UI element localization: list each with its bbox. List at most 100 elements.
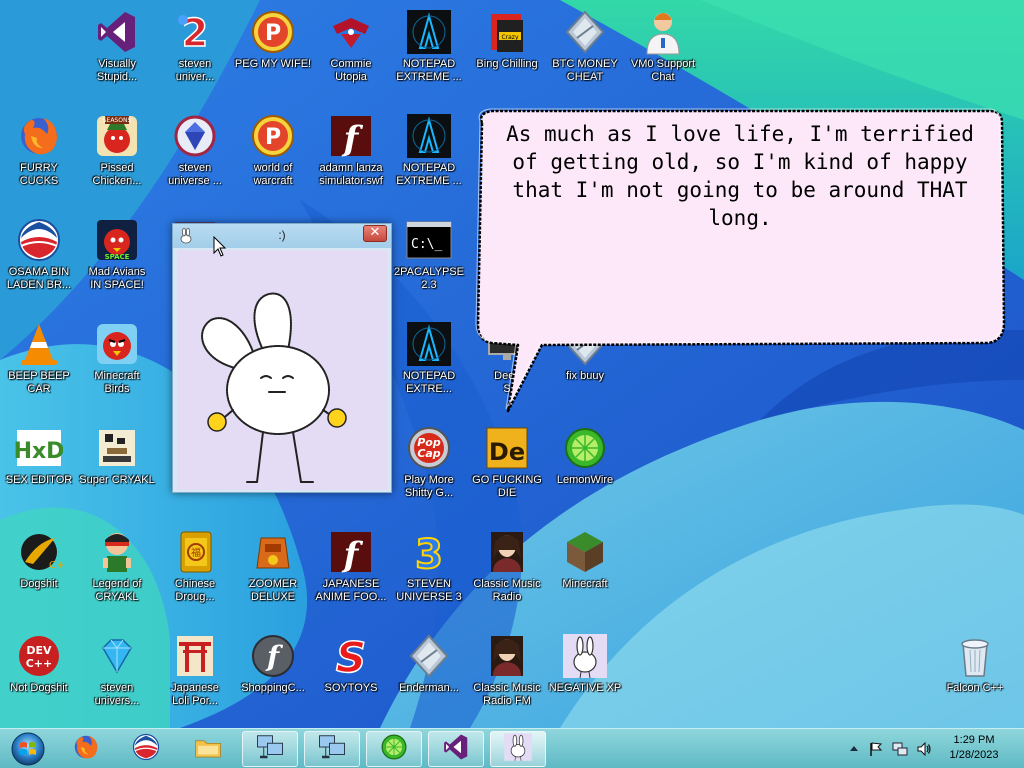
desktop-icon[interactable]: Enderman... bbox=[390, 628, 468, 728]
desktop-icon[interactable]: 3 STEVEN UNIVERSE 3 bbox=[390, 524, 468, 624]
desktop-icon-label: BTC MONEY CHEAT bbox=[552, 58, 618, 83]
desktop-icon[interactable]: S SOYTOYS bbox=[312, 628, 390, 728]
taskbar-button[interactable] bbox=[118, 731, 174, 767]
desktop-icon-label: Commie Utopia bbox=[330, 58, 372, 83]
desktop-icon[interactable]: 福 Chinese Droug... bbox=[156, 524, 234, 624]
desktop-icon-label: VM0 Support Chat bbox=[630, 58, 696, 83]
desktop-icon[interactable]: f adamn lanza simulator.swf bbox=[312, 108, 390, 208]
desktop-icon[interactable]: steven universe ... bbox=[156, 108, 234, 208]
action-center-flag-icon[interactable] bbox=[868, 741, 884, 757]
flash-icon: f bbox=[327, 528, 375, 576]
visual-studio-icon bbox=[93, 8, 141, 56]
command-prompt-icon: C:\_ bbox=[405, 216, 453, 264]
start-button[interactable] bbox=[8, 731, 48, 767]
desktop-icon[interactable]: Visually Stupid... bbox=[78, 4, 156, 104]
desktop-icon[interactable]: Minecraft Birds bbox=[78, 316, 156, 416]
desktop-icon-label: Not Dogshit bbox=[10, 682, 68, 694]
desktop-icon[interactable]: SPACE Mad Avians IN SPACE! bbox=[78, 212, 156, 312]
desktop-icon[interactable]: DEV C++ Not Dogshit bbox=[0, 628, 78, 728]
portrait-icon bbox=[483, 632, 531, 680]
desktop-icon[interactable]: f JAPANESE ANIME FOO... bbox=[312, 524, 390, 624]
desktop-icon[interactable]: C:\_ 2PACALYPSE 2.3 bbox=[390, 212, 468, 312]
desktop-icon-label: 2PACALYPSE 2.3 bbox=[394, 266, 464, 291]
desktop-icon[interactable]: De GO FUCKING DIE bbox=[468, 420, 546, 520]
taskbar-button[interactable] bbox=[58, 731, 114, 767]
taskbar-button[interactable] bbox=[242, 731, 298, 767]
close-button[interactable]: ✕ bbox=[363, 225, 387, 242]
clock-time: 1:29 PM bbox=[953, 734, 995, 746]
desktop-icon[interactable]: OSAMA BIN LADEN BR... bbox=[0, 212, 78, 312]
desktop-icon[interactable]: VM0 Support Chat bbox=[624, 4, 702, 104]
desktop-icon[interactable]: NOTEPAD EXTRE... bbox=[390, 316, 468, 416]
desktop-icon[interactable]: BTC MONEY CHEAT bbox=[546, 4, 624, 104]
popcap-icon: Pop Cap bbox=[405, 424, 453, 472]
taskbar-button[interactable] bbox=[366, 731, 422, 767]
show-hidden-icons-icon[interactable] bbox=[846, 741, 862, 757]
desktop-icon-label: Legend of CRYAKL bbox=[92, 578, 142, 603]
desktop-icon[interactable]: NOTEPAD EXTREME ... bbox=[390, 4, 468, 104]
desktop-icon[interactable]: NEGATIVE XP bbox=[546, 628, 624, 728]
desktop-icon-label: Falcon C++ bbox=[946, 682, 1004, 694]
limewire-icon bbox=[561, 424, 609, 472]
desktop-pet-window[interactable]: :) ✕ bbox=[172, 223, 392, 493]
pet-window-title: :) bbox=[278, 228, 286, 242]
svg-text:C++: C++ bbox=[26, 657, 53, 670]
desktop-icon[interactable]: LemonWire bbox=[546, 420, 624, 520]
desktop-icon-label: GO FUCKING DIE bbox=[472, 474, 542, 499]
vlc-icon bbox=[15, 320, 63, 368]
taskbar-button[interactable] bbox=[180, 731, 236, 767]
svg-text:S: S bbox=[336, 633, 366, 680]
desktop-icon[interactable]: Pworld of warcraft bbox=[234, 108, 312, 208]
desktop-icon[interactable]: Legend of CRYAKL bbox=[78, 524, 156, 624]
svg-text:SEASONS: SEASONS bbox=[103, 117, 132, 124]
desktop-icon[interactable]: steven univers... bbox=[78, 628, 156, 728]
svg-text:P: P bbox=[265, 125, 281, 150]
desktop-icon-label: Pissed Chicken... bbox=[92, 162, 142, 187]
desktop-icon[interactable]: Pop Cap Play More Shitty G... bbox=[390, 420, 468, 520]
desktop-icon-label: Classic Music Radio FM bbox=[473, 682, 541, 707]
desktop-icon[interactable]: C++ Dogshit bbox=[0, 524, 78, 624]
desktop-icon[interactable]: ZOOMER DELUXE bbox=[234, 524, 312, 624]
desktop-icon[interactable]: f ShoppingC... bbox=[234, 628, 312, 728]
desktop-icon[interactable]: Classic Music Radio FM bbox=[468, 628, 546, 728]
taskbar-button[interactable] bbox=[490, 731, 546, 767]
desktop-icon[interactable]: P PEG MY WIFE! bbox=[234, 4, 312, 104]
desktop-icon[interactable]: NOTEPAD EXTREME ... bbox=[390, 108, 468, 208]
svg-text:Cap: Cap bbox=[417, 447, 440, 460]
svg-text:P: P bbox=[265, 21, 281, 46]
clock-date: 1/28/2023 bbox=[949, 749, 999, 761]
taskbar-button[interactable] bbox=[428, 731, 484, 767]
svg-text:C:\_: C:\_ bbox=[411, 237, 442, 252]
desktop-icon-label: LemonWire bbox=[556, 474, 614, 486]
svg-text:HxD: HxD bbox=[15, 439, 63, 464]
desktop-icon-label: steven univers... bbox=[94, 682, 140, 707]
flash-player-icon: f bbox=[249, 632, 297, 680]
pet-window-titlebar[interactable]: :) ✕ bbox=[173, 224, 391, 248]
bunny-character-image[interactable] bbox=[177, 250, 387, 490]
desktop-icon-label: Classic Music Radio bbox=[473, 578, 541, 603]
dev-cpp-icon: DEV C++ bbox=[15, 632, 63, 680]
portrait-icon bbox=[483, 528, 531, 576]
taskbar-button[interactable] bbox=[304, 731, 360, 767]
desktop-icon[interactable]: Crazy Bing Chilling bbox=[468, 4, 546, 104]
desktop-icon[interactable]: 2 steven univer... bbox=[156, 4, 234, 104]
desktop-icon[interactable]: Super CRYAKL bbox=[78, 420, 156, 520]
desktop-icon[interactable]: Commie Utopia bbox=[312, 4, 390, 104]
commie-emblem-icon bbox=[327, 8, 375, 56]
desktop-icon[interactable]: FURRY CUCKS bbox=[0, 108, 78, 208]
desktop-icon[interactable]: Falcon C++ bbox=[936, 628, 1014, 728]
steven-universe-gem-icon bbox=[171, 112, 219, 160]
desktop-icon-label: OSAMA BIN LADEN BR... bbox=[6, 266, 72, 291]
notepad-extreme-icon bbox=[405, 320, 453, 368]
desktop-icon[interactable]: Minecraft bbox=[546, 524, 624, 624]
clock[interactable]: 1:29 PM 1/28/2023 bbox=[928, 733, 1020, 763]
desktop-icon[interactable]: SEASONS Pissed Chicken... bbox=[78, 108, 156, 208]
desktop-icon[interactable]: Classic Music Radio bbox=[468, 524, 546, 624]
network-icon[interactable] bbox=[892, 741, 908, 757]
desktop-icon[interactable]: HxD SEX EDITOR bbox=[0, 420, 78, 520]
desktop-icon-label: world of warcraft bbox=[253, 162, 293, 187]
desktop-icon[interactable]: Japanese Loli Por... bbox=[156, 628, 234, 728]
hxd-icon: HxD bbox=[15, 424, 63, 472]
svg-text:SPACE: SPACE bbox=[105, 253, 130, 261]
desktop-icon[interactable]: BEEP BEEP CAR bbox=[0, 316, 78, 416]
